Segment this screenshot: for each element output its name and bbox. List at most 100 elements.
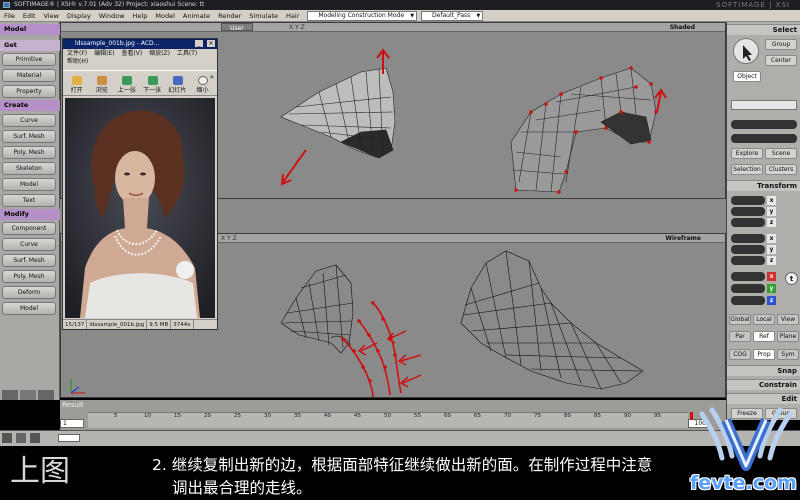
model-mode-select[interactable]: Model (0, 24, 60, 35)
arrow-left-icon (122, 76, 133, 85)
start-frame-field[interactable]: 1 (60, 419, 84, 428)
menu-hair[interactable]: Hair (282, 10, 303, 22)
minimize-button[interactable]: _ (195, 40, 203, 47)
rotate-z-field[interactable] (731, 256, 765, 265)
translate-y-field[interactable] (731, 284, 765, 293)
translate-tool-button[interactable]: t (785, 272, 798, 285)
par-button[interactable]: Par (729, 331, 751, 342)
wireframe-mode-select[interactable]: Wireframe (665, 234, 701, 243)
menu-help[interactable]: Help (129, 10, 152, 22)
grid-icon[interactable] (20, 390, 36, 400)
modify-deform-button[interactable]: Deform (2, 286, 56, 299)
modify-curve-button[interactable]: Curve (2, 238, 56, 251)
camera-icon[interactable] (38, 390, 54, 400)
snap-section-header[interactable]: Snap (727, 365, 800, 376)
scene-tool-icon[interactable] (2, 433, 12, 443)
modify-model-button[interactable]: Model (2, 302, 56, 315)
modify-poly-mesh-button[interactable]: Poly. Mesh (2, 270, 56, 283)
slideshow-icon (172, 76, 183, 85)
menu-model[interactable]: Model (151, 10, 179, 22)
timeline-tick-label: 15 (174, 413, 181, 419)
browse-button[interactable]: 浏览 (91, 74, 112, 95)
selection-info-field[interactable] (731, 120, 797, 129)
scene-button[interactable]: Scene (765, 148, 797, 159)
shading-mode-select[interactable]: Shaded (670, 23, 695, 32)
viewer-menu-zoom[interactable]: 缩放(Z) (149, 50, 170, 57)
get-property-button[interactable]: Property (2, 85, 56, 98)
viewer-menu-tools[interactable]: 工具(T) (177, 50, 197, 57)
viewer-menu-file[interactable]: 文件(F) (67, 50, 87, 57)
modify-component-button[interactable]: Component (2, 222, 56, 235)
image-viewer-window[interactable]: ldssample_001b.jpg - ACD... _ × 文件(F) 编辑… (62, 38, 218, 330)
viewer-menu-view[interactable]: 查看(V) (121, 50, 142, 57)
key-icon[interactable] (30, 433, 40, 443)
pass-select[interactable]: Default_Pass (421, 10, 484, 21)
transform-section-header: Transform (727, 180, 800, 191)
object-filter-button[interactable]: Object (733, 71, 761, 82)
scale-y-label: y (767, 207, 776, 216)
prop-button[interactable]: Prop (753, 349, 775, 360)
sym-button[interactable]: Sym (777, 349, 799, 360)
next-button[interactable]: 下一张 (142, 74, 163, 95)
selection-button[interactable]: Selection (731, 164, 763, 175)
viewer-menu-edit[interactable]: 编辑(E) (94, 50, 114, 57)
timeline[interactable]: Result 1 5 10 15 20 25 30 35 40 45 50 55 60 65 70 75 80… (60, 400, 726, 430)
viewer-menu-help[interactable]: 帮助(H) (67, 58, 88, 65)
scale-y-field[interactable] (731, 207, 765, 216)
previous-button[interactable]: 上一张 (116, 74, 137, 95)
timeline-tick-label: 70 (504, 413, 511, 419)
create-surf-mesh-button[interactable]: Surf. Mesh (2, 130, 56, 143)
image-size: 9.5 MB (147, 320, 172, 329)
layout-icon[interactable] (2, 390, 18, 400)
playback-icon[interactable] (16, 433, 26, 443)
selection-name-field[interactable] (731, 100, 797, 110)
view-button[interactable]: View (777, 314, 799, 325)
group-select-button[interactable]: Group (765, 39, 797, 50)
camera-select[interactable]: User (221, 23, 253, 32)
create-curve-button[interactable]: Curve (2, 114, 56, 127)
current-frame-field[interactable] (58, 434, 80, 442)
image-viewer-title-bar[interactable]: ldssample_001b.jpg - ACD... _ × (63, 39, 217, 49)
create-text-button[interactable]: Text (2, 194, 56, 207)
rotate-y-field[interactable] (731, 245, 765, 254)
viewport-top-axis: X Y Z (289, 24, 305, 31)
menu-edit[interactable]: Edit (19, 10, 40, 22)
ref-button[interactable]: Ref (753, 331, 775, 342)
scale-z-field[interactable] (731, 218, 765, 227)
mode-select[interactable]: Modeling Construction Mode (307, 10, 418, 21)
get-material-button[interactable]: Material (2, 69, 56, 82)
create-model-button[interactable]: Model (2, 178, 56, 191)
clusters-button[interactable]: Clusters (765, 164, 797, 175)
menu-animate[interactable]: Animate (179, 10, 214, 22)
close-icon[interactable]: × (207, 40, 215, 47)
translate-z-field[interactable] (731, 296, 765, 305)
global-button[interactable]: Global (729, 314, 751, 325)
selection-detail-field[interactable] (731, 134, 797, 143)
bottom-tools-bar (0, 430, 800, 446)
local-button[interactable]: Local (753, 314, 775, 325)
brand-logo: SOFTIMAGE | XSI (716, 1, 790, 9)
menu-render[interactable]: Render (214, 10, 245, 22)
plane-button[interactable]: Plane (777, 331, 799, 342)
menu-window[interactable]: Window (95, 10, 129, 22)
translate-x-field[interactable] (731, 272, 765, 281)
center-select-button[interactable]: Center (765, 55, 797, 66)
menu-view[interactable]: View (39, 10, 62, 22)
menu-simulate[interactable]: Simulate (245, 10, 282, 22)
menu-display[interactable]: Display (63, 10, 95, 22)
modify-surf-mesh-button[interactable]: Surf. Mesh (2, 254, 56, 267)
open-button[interactable]: 打开 (66, 74, 87, 95)
explore-button[interactable]: Explore (731, 148, 763, 159)
timeline-tick-label: 20 (204, 413, 211, 419)
scale-x-field[interactable] (731, 196, 765, 205)
select-tool-icon[interactable] (733, 38, 759, 64)
slideshow-button[interactable]: 幻灯片 (167, 74, 188, 95)
rotate-x-field[interactable] (731, 234, 765, 243)
constrain-section-header[interactable]: Constrain (727, 379, 800, 390)
toolbar-overflow-icon[interactable]: » (210, 73, 214, 81)
cog-button[interactable]: COG (729, 349, 751, 360)
get-primitive-button[interactable]: Primitive (2, 53, 56, 66)
create-skeleton-button[interactable]: Skeleton (2, 162, 56, 175)
menu-file[interactable]: File (0, 10, 19, 22)
create-poly-mesh-button[interactable]: Poly. Mesh (2, 146, 56, 159)
